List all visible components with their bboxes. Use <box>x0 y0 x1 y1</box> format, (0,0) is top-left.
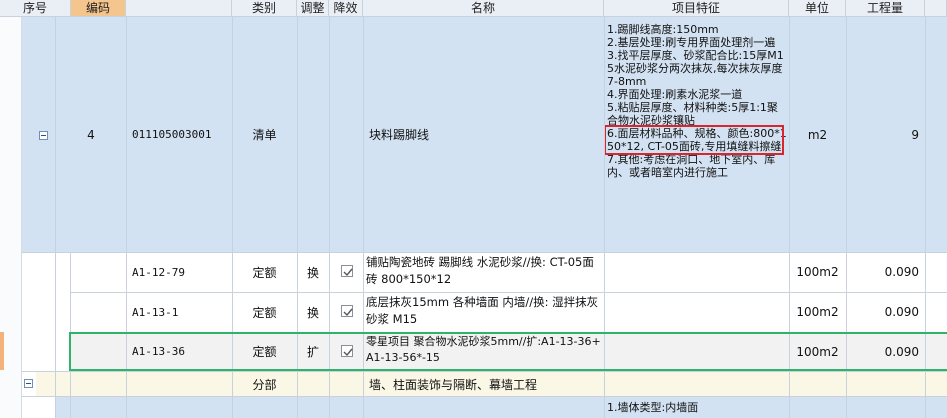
efficiency-checkbox[interactable] <box>341 305 353 317</box>
feature-line: 2.基层处理:刷专用界面处理剂一遍 <box>607 36 776 49</box>
column-header-seq[interactable]: 序号 <box>0 0 71 17</box>
column-header-name[interactable]: 名称 <box>363 0 604 17</box>
row-marker <box>0 332 4 370</box>
column-header-features[interactable]: 项目特征 <box>604 0 789 17</box>
feature-line: 4.界面处理:刷素水泥浆一道 <box>607 88 743 101</box>
section-category: 分部 <box>252 377 277 392</box>
row-unit: 100m2 <box>796 305 839 319</box>
row-unit: m2 <box>807 127 828 142</box>
row-category: 定额 <box>252 265 277 280</box>
column-header-quantity[interactable]: 工程量 <box>846 0 925 17</box>
collapse-icon[interactable] <box>39 131 48 140</box>
row-seq: 4 <box>87 127 95 142</box>
efficiency-checkbox[interactable] <box>341 265 353 277</box>
collapse-icon[interactable] <box>24 379 33 388</box>
feature-line: 1.踢脚线高度:150mm <box>607 23 719 36</box>
row-code: 011105003001 <box>132 128 212 141</box>
feature-line: 7.其他:考虑在洞口、地下室内、库内、或者暗室内进行施工 <box>607 153 776 179</box>
column-header-unit[interactable]: 单位 <box>789 0 846 17</box>
column-header-category[interactable]: 类别 <box>232 0 297 17</box>
row-unit: 100m2 <box>796 265 839 279</box>
column-header-code[interactable]: 编码 <box>71 0 126 17</box>
row-name: 块料踢脚线 <box>369 128 430 142</box>
row-quantity: 0.090 <box>884 265 919 279</box>
feature-line: 3.找平层厚度、砂浆配合比:15厚M15水泥砂浆分两次抹灰,每次抹灰厚度7-8m… <box>607 49 784 88</box>
row-quantity: 9 <box>911 127 919 142</box>
table-row-next[interactable] <box>56 396 947 418</box>
row-features: 1.墙体类型:内墙面 <box>607 401 699 414</box>
highlight-box <box>604 125 784 155</box>
row-code: A1-13-1 <box>132 305 179 319</box>
grid-line <box>22 252 947 253</box>
row-adjust: 换 <box>306 305 319 320</box>
row-quantity: 0.090 <box>884 305 919 319</box>
row-code: A1-12-79 <box>132 265 185 279</box>
grid-line <box>22 371 947 372</box>
column-header-adjust[interactable]: 调整 <box>297 0 329 17</box>
row-focus-border <box>69 332 947 371</box>
row-adjust: 换 <box>306 265 319 280</box>
row-name: 铺贴陶瓷地砖 踢脚线 水泥砂浆//换: CT-05面砖 800*150*12 <box>366 255 594 286</box>
column-header-extra[interactable] <box>925 0 947 17</box>
column-header-efficiency[interactable]: 降效 <box>329 0 363 17</box>
feature-line-highlighted: 5.粘贴层厚度、材料种类:5厚1:1聚合物水泥砂浆镶贴 <box>607 101 778 127</box>
column-header-code-ext[interactable] <box>126 0 232 17</box>
grid-line <box>55 17 56 418</box>
row-name: 底层抹灰15mm 各种墙面 内墙//换: 湿拌抹灰砂浆 M15 <box>366 295 599 326</box>
row-category: 定额 <box>252 305 277 320</box>
row-category: 清单 <box>252 128 277 142</box>
grid-line <box>70 292 947 293</box>
section-name: 墙、柱面装饰与隔断、幕墙工程 <box>369 377 538 392</box>
grid-line <box>22 396 947 397</box>
